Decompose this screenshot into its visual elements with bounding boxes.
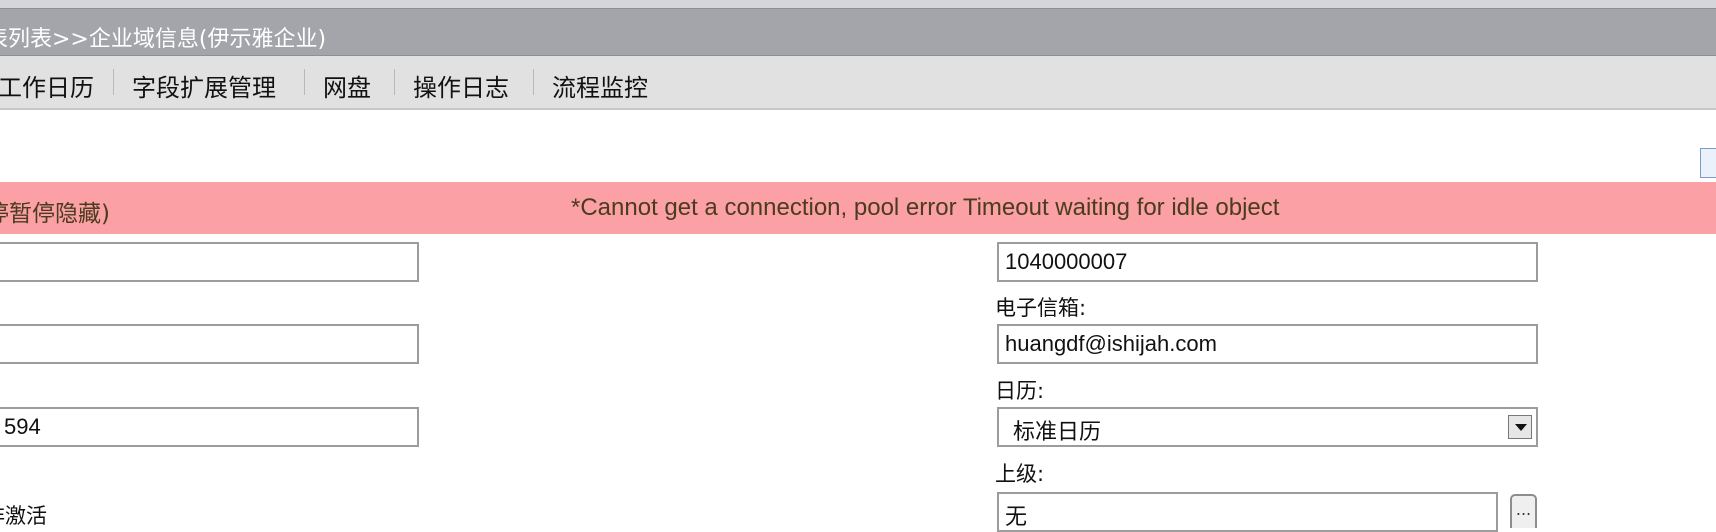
nav-bar: 工作日历 字段扩展管理 网盘 操作日志 流程监控 — [0, 56, 1716, 110]
parent-field[interactable]: 无 — [997, 492, 1498, 532]
nav-work-calendar[interactable]: 工作日历 — [0, 68, 94, 103]
chevron-down-icon[interactable] — [1508, 415, 1532, 439]
parent-label: 上级: — [995, 462, 1045, 486]
id-field[interactable]: 1040000007 — [997, 242, 1538, 282]
nav-field-extension[interactable]: 字段扩展管理 — [132, 68, 276, 103]
email-field[interactable]: huangdf@ishijah.com — [997, 324, 1538, 364]
top-strip — [0, 0, 1716, 8]
error-banner: 停暂停隐藏) *Cannot get a connection, pool er… — [0, 182, 1716, 234]
nav-separator — [394, 69, 395, 95]
nav-separator — [533, 69, 534, 95]
breadcrumb-bar: 表列表>>企业域信息(伊示雅企业) — [0, 8, 1716, 56]
left-field-3[interactable]: 594 — [0, 407, 419, 447]
nav-separator — [113, 69, 114, 95]
error-message: *Cannot get a connection, pool error Tim… — [571, 194, 1280, 221]
email-label: 电子信箱: — [995, 296, 1087, 320]
nav-process-monitor[interactable]: 流程监控 — [552, 68, 648, 103]
breadcrumb: 表列表>>企业域信息(伊示雅企业) — [0, 27, 327, 52]
calendar-select[interactable]: 标准日历 — [997, 407, 1538, 447]
browse-button[interactable]: ... — [1510, 494, 1537, 528]
left-field-1[interactable] — [0, 242, 419, 282]
calendar-select-value: 标准日历 — [1013, 419, 1102, 444]
nav-separator — [304, 69, 305, 95]
document-icon[interactable] — [1700, 148, 1716, 178]
calendar-label: 日历: — [995, 379, 1045, 403]
nav-operation-log[interactable]: 操作日志 — [413, 68, 509, 103]
nav-netdisk[interactable]: 网盘 — [323, 68, 371, 103]
error-left-text: 停暂停隐藏) — [0, 201, 110, 227]
status-label: 非激活 — [0, 504, 47, 528]
left-field-2[interactable] — [0, 324, 419, 364]
